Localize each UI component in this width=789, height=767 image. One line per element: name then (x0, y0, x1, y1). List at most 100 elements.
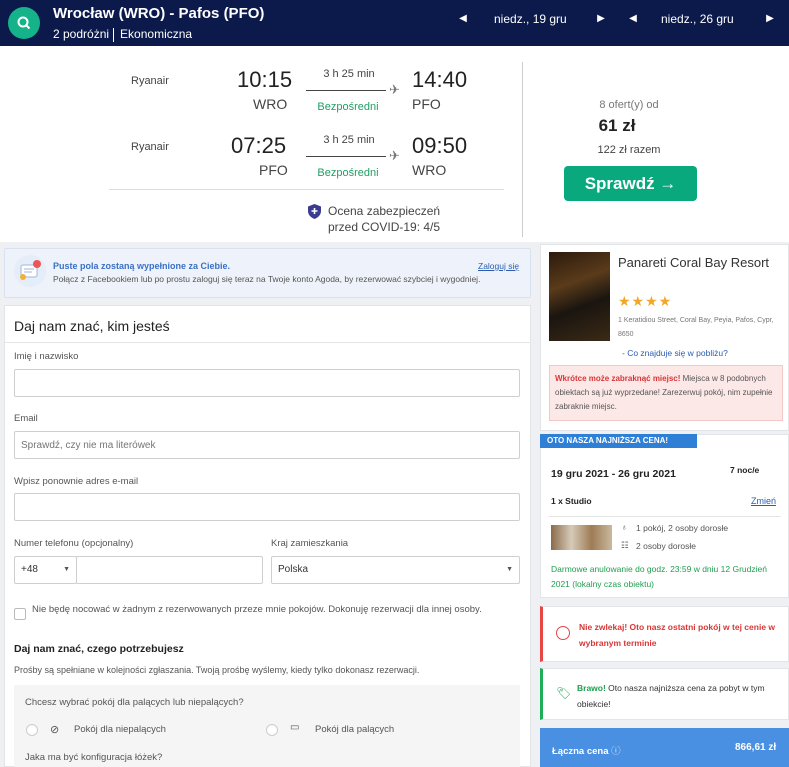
email-label: Email (14, 413, 38, 424)
total-price-value: 866,61 zł (735, 742, 777, 753)
stops-label: Bezpośredni (317, 101, 379, 113)
prev-depart-date-button[interactable]: ◀ (456, 12, 470, 26)
hotel-address: 1 Keratidiou Street, Coral Bay, Peyia, P… (618, 317, 774, 338)
adults-count: 2 osoby dorosłe (636, 541, 697, 551)
hotel-name: Panareti Coral Bay Resort (618, 255, 770, 270)
offers-count: 8 ofert(y) od (599, 99, 659, 111)
autofill-illustration-icon (14, 255, 46, 287)
flight-line (306, 90, 386, 91)
search-summary[interactable]: 2 podróżni Ekonomiczna (53, 27, 192, 42)
person-icon: ♁ (621, 522, 628, 532)
name-label: Imię i nazwisko (14, 351, 79, 362)
facebook-login-banner (4, 248, 531, 298)
phone-country-code-select[interactable]: +48 ▼ (14, 556, 77, 584)
free-cancellation-text: Darmowe anulowanie do godz. 23:59 w dniu… (551, 564, 767, 589)
booking-for-other-label: Nie będę nocować w żadnym z rezerwowanyc… (32, 604, 482, 615)
total-label-text: Łączna cena (552, 746, 609, 757)
cabin-class: Ekonomiczna (120, 27, 193, 41)
phone-label: Numer telefonu (opcjonalny) (14, 538, 134, 549)
country-select[interactable]: Polska ▼ (271, 556, 520, 584)
best-price-alert-text: Brawo! Oto nasza najniższa cena za pobyt… (577, 680, 782, 712)
next-return-date-button[interactable]: ▶ (763, 12, 777, 26)
email-input[interactable] (14, 431, 520, 459)
booking-for-other-checkbox[interactable] (14, 608, 26, 620)
room-divider (549, 516, 781, 517)
depart-date[interactable]: niedz., 19 gru (494, 12, 567, 26)
login-link[interactable]: Zaloguj się (478, 261, 519, 271)
plane-icon: ✈ (389, 82, 400, 97)
route-title[interactable]: Wrocław (WRO) - Pafos (PFO) (53, 5, 264, 22)
arrival-airport: WRO (412, 162, 447, 178)
triangle-left-icon: ◀ (459, 13, 467, 24)
hotel-photo[interactable] (549, 252, 610, 341)
airline-name: Ryanair (131, 75, 169, 87)
autofill-text: Połącz z Facebookiem lub po prostu zalog… (53, 274, 481, 284)
summary-divider (113, 27, 115, 42)
search-button[interactable] (8, 7, 40, 39)
stay-dates: 19 gru 2021 - 26 gru 2021 (551, 468, 676, 480)
departure-time: 10:15 (237, 67, 293, 92)
change-room-link[interactable]: Zmień (751, 496, 776, 506)
total-price-label: Łączna cena ⓘ (552, 743, 621, 757)
flight-line (306, 156, 386, 157)
covid-rating-label: Ocena zabezpieczeń (328, 204, 441, 218)
star-rating-icon: ★★★★ (618, 293, 673, 309)
caret-down-icon: ▼ (506, 566, 513, 573)
phone-code-value: +48 (21, 564, 38, 575)
flight-divider (109, 189, 504, 190)
availability-warning-text: Wkrótce może zabraknąć miejsc! Miejsca w… (555, 372, 777, 414)
room-type: 1 x Studio (551, 496, 592, 506)
smoking-radio[interactable] (266, 724, 278, 736)
stops-label: Bezpośredni (317, 167, 379, 179)
nearby-link[interactable]: - Co znajduje się w pobliżu? (622, 348, 728, 358)
no-smoking-icon: ⊘ (50, 724, 60, 736)
requests-title: Daj nam znać, czego potrzebujesz (14, 643, 184, 655)
check-button[interactable]: Sprawdź → (564, 166, 697, 201)
best-price-bold: Brawo! (577, 683, 606, 693)
shield-icon (308, 204, 321, 219)
smoking-question: Chcesz wybrać pokój dla palących lub nie… (25, 697, 244, 708)
travelers-count: 2 podróżni (53, 27, 110, 41)
offer-total: 122 zł razem (597, 144, 661, 156)
email-repeat-input[interactable] (14, 493, 520, 521)
flight-duration: 3 h 25 min (323, 68, 375, 80)
email-repeat-label: Wpisz ponownie adres e-mail (14, 476, 139, 487)
departure-time: 07:25 (231, 133, 287, 158)
requests-subtitle: Prośby są spełniane w kolejności zgłasza… (14, 665, 420, 675)
full-name-input[interactable] (14, 369, 520, 397)
flight-duration: 3 h 25 min (323, 134, 375, 146)
vertical-divider (522, 62, 523, 237)
triangle-left-icon: ◀ (629, 13, 637, 24)
country-value: Polska (278, 564, 309, 575)
phone-input[interactable] (76, 556, 263, 584)
nonsmoking-label: Pokój dla niepalących (74, 724, 166, 735)
warning-bold: Wkrótce może zabraknąć miejsc! (555, 374, 681, 383)
form-divider (5, 342, 530, 343)
clock-icon (556, 626, 570, 640)
smoking-icon: ▭ (290, 722, 300, 733)
prev-return-date-button[interactable]: ◀ (626, 12, 640, 26)
airline-name: Ryanair (131, 141, 169, 153)
best-price-body: Oto nasza najniższa cena za pobyt w tym … (577, 683, 765, 709)
triangle-right-icon: ▶ (766, 13, 774, 24)
autofill-title: Puste pola zostaną wypełnione za Ciebie. (53, 261, 231, 271)
info-icon[interactable]: ⓘ (611, 746, 621, 757)
price-tag-icon: 🏷 (556, 686, 572, 700)
arrival-time: 09:50 (412, 133, 468, 158)
last-room-alert-text: Nie zwlekaj! Oto nasz ostatni pokój w te… (579, 622, 776, 648)
next-depart-date-button[interactable]: ▶ (594, 12, 608, 26)
adults-icon: ☷ (621, 540, 629, 550)
room-occupancy: 1 pokój, 2 osoby dorosłe (636, 523, 729, 533)
bed-question: Jaka ma być konfiguracja łóżek? (25, 752, 163, 763)
arrival-time: 14:40 (412, 67, 468, 92)
offer-price: 61 zł (598, 116, 636, 135)
smoking-label: Pokój dla palących (315, 724, 395, 735)
caret-down-icon: ▼ (63, 566, 70, 573)
room-photo[interactable] (551, 525, 612, 550)
return-date[interactable]: niedz., 26 gru (661, 12, 734, 26)
covid-rating-value: przed COVID-19: 4/5 (328, 220, 441, 234)
nights-count: 7 noc/e (730, 465, 760, 475)
nonsmoking-radio[interactable] (26, 724, 38, 736)
plane-icon: ✈ (389, 148, 400, 163)
triangle-right-icon: ▶ (597, 13, 605, 24)
